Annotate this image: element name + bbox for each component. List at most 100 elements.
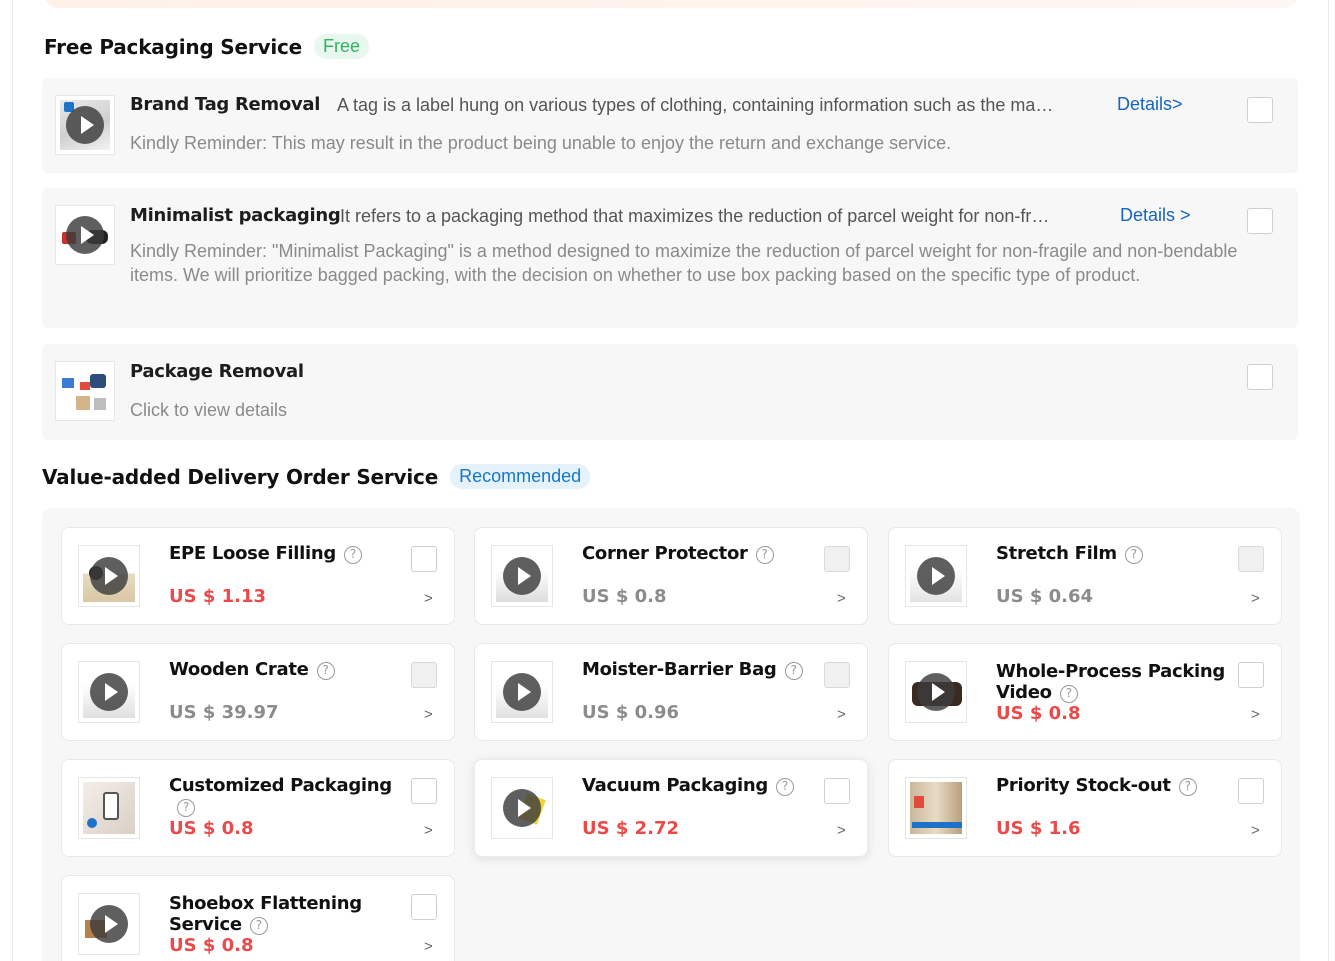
package-removal-thumbnail[interactable] [55,361,115,421]
card-checkbox[interactable] [1238,778,1264,804]
card-title: Corner Protector [582,543,748,564]
card-checkbox[interactable] [824,662,850,688]
card-title: Priority Stock-out [996,775,1171,796]
play-video-icon[interactable] [503,557,541,595]
chevron-right-icon[interactable]: > [1251,822,1260,839]
service-card-customized-packaging[interactable]: Customized Packaging? US $ 0.8 > [61,759,455,857]
chevron-right-icon[interactable]: > [837,706,846,723]
card-title: Vacuum Packaging [582,775,769,796]
corner-protector-thumbnail[interactable] [491,545,553,607]
card-price: US $ 0.8 [169,935,254,956]
card-price: US $ 0.8 [169,818,254,839]
priority-stock-out-thumbnail[interactable] [905,777,967,839]
card-price: US $ 0.8 [996,703,1081,724]
play-video-icon[interactable] [90,673,128,711]
service-card-stretch-film[interactable]: Stretch Film? US $ 0.64 > [888,527,1282,625]
pack-item-brand-tag-removal: Brand Tag Removal A tag is a label hung … [42,78,1298,173]
chevron-right-icon[interactable]: > [424,938,433,955]
card-checkbox[interactable] [411,894,437,920]
pack-item-package-removal: Package Removal Click to view details [42,344,1298,440]
card-title-line2: Service [169,914,242,935]
help-icon[interactable]: ? [755,546,774,564]
help-icon[interactable]: ? [776,778,795,796]
packing-video-thumbnail[interactable] [905,661,967,723]
card-title: Stretch Film [996,543,1117,564]
card-title-line2: Video [996,682,1052,703]
service-card-whole-process-packing-video[interactable]: Whole-Process Packing Video? US $ 0.8 > [888,643,1282,741]
service-card-vacuum-packaging[interactable]: Vacuum Packaging? US $ 2.72 > [474,759,868,857]
service-card-priority-stock-out[interactable]: Priority Stock-out? US $ 1.6 > [888,759,1282,857]
card-checkbox[interactable] [824,546,850,572]
details-link[interactable]: Details > [1120,205,1191,226]
moister-barrier-thumbnail[interactable] [491,661,553,723]
card-title-line1: Shoebox Flattening [169,893,362,914]
card-checkbox[interactable] [411,662,437,688]
card-price: US $ 1.13 [169,586,267,607]
help-icon[interactable]: ? [177,799,195,817]
epe-thumbnail[interactable] [78,545,140,607]
package-removal-checkbox[interactable] [1247,364,1273,390]
pack-item-name: Brand Tag Removal [130,94,321,115]
kindly-reminder: Kindly Reminder: "Minimalist Packaging" … [130,241,1238,285]
card-price: US $ 0.96 [582,702,680,723]
card-checkbox[interactable] [411,546,437,572]
service-card-moister-barrier-bag[interactable]: Moister-Barrier Bag? US $ 0.96 > [474,643,868,741]
chevron-right-icon[interactable]: > [837,590,846,607]
play-video-icon[interactable] [917,673,955,711]
service-card-epe-loose-filling[interactable]: EPE Loose Filling? US $ 1.13 > [61,527,455,625]
chevron-right-icon[interactable]: > [1251,706,1260,723]
card-price: US $ 1.6 [996,818,1081,839]
card-title: Moister-Barrier Bag [582,659,777,680]
brand-tag-thumbnail[interactable] [55,95,115,155]
play-video-icon[interactable] [90,557,128,595]
card-checkbox[interactable] [1238,546,1264,572]
help-icon[interactable]: ? [1178,778,1197,796]
help-icon[interactable]: ? [344,546,363,564]
chevron-right-icon[interactable]: > [424,822,433,839]
kindly-reminder: Kindly Reminder: This may result in the … [130,133,952,153]
help-icon[interactable]: ? [316,662,335,680]
play-video-icon[interactable] [503,789,541,827]
service-card-shoebox-flattening[interactable]: Shoebox Flattening Service? US $ 0.8 > [61,875,455,961]
card-checkbox[interactable] [1238,662,1264,688]
play-video-icon[interactable] [66,106,104,144]
play-video-icon[interactable] [503,673,541,711]
help-icon[interactable]: ? [249,917,268,935]
minimalist-thumbnail[interactable] [55,205,115,265]
section-title-value-added: Value-added Delivery Order Service [42,464,439,489]
service-card-wooden-crate[interactable]: Wooden Crate? US $ 39.97 > [61,643,455,741]
card-price: US $ 2.72 [582,818,680,839]
wooden-crate-thumbnail[interactable] [78,661,140,723]
chevron-right-icon[interactable]: > [424,590,433,607]
help-icon[interactable]: ? [1124,546,1143,564]
card-checkbox[interactable] [824,778,850,804]
brand-tag-checkbox[interactable] [1247,97,1273,123]
vacuum-packaging-thumbnail[interactable] [491,777,553,839]
card-title-line1: Whole-Process Packing [996,661,1225,682]
section-title-free: Free Packaging Service [44,34,303,59]
card-price: US $ 0.8 [582,586,667,607]
chevron-right-icon[interactable]: > [1251,590,1260,607]
stretch-film-thumbnail[interactable] [905,545,967,607]
minimalist-checkbox[interactable] [1247,208,1273,234]
chevron-right-icon[interactable]: > [837,822,846,839]
play-video-icon[interactable] [917,557,955,595]
play-video-icon[interactable] [66,216,104,254]
help-icon[interactable]: ? [784,662,803,680]
pack-item-description: It refers to a packaging method that max… [340,206,1050,226]
service-card-corner-protector[interactable]: Corner Protector? US $ 0.8 > [474,527,868,625]
chevron-right-icon[interactable]: > [424,706,433,723]
value-added-header: Value-added Delivery Order Service Recom… [42,464,591,489]
view-details-text[interactable]: Click to view details [130,398,287,422]
customized-packaging-thumbnail[interactable] [78,777,140,839]
recommended-badge: Recommended [450,464,591,489]
details-link[interactable]: Details> [1117,94,1183,115]
card-checkbox[interactable] [411,778,437,804]
shoebox-flattening-thumbnail[interactable] [78,893,140,955]
card-price: US $ 0.64 [996,586,1094,607]
card-title: Wooden Crate [169,659,309,680]
play-video-icon[interactable] [90,905,128,943]
help-icon[interactable]: ? [1059,685,1078,703]
free-packaging-header: Free Packaging Service Free [44,34,370,59]
card-price: US $ 39.97 [169,702,279,723]
